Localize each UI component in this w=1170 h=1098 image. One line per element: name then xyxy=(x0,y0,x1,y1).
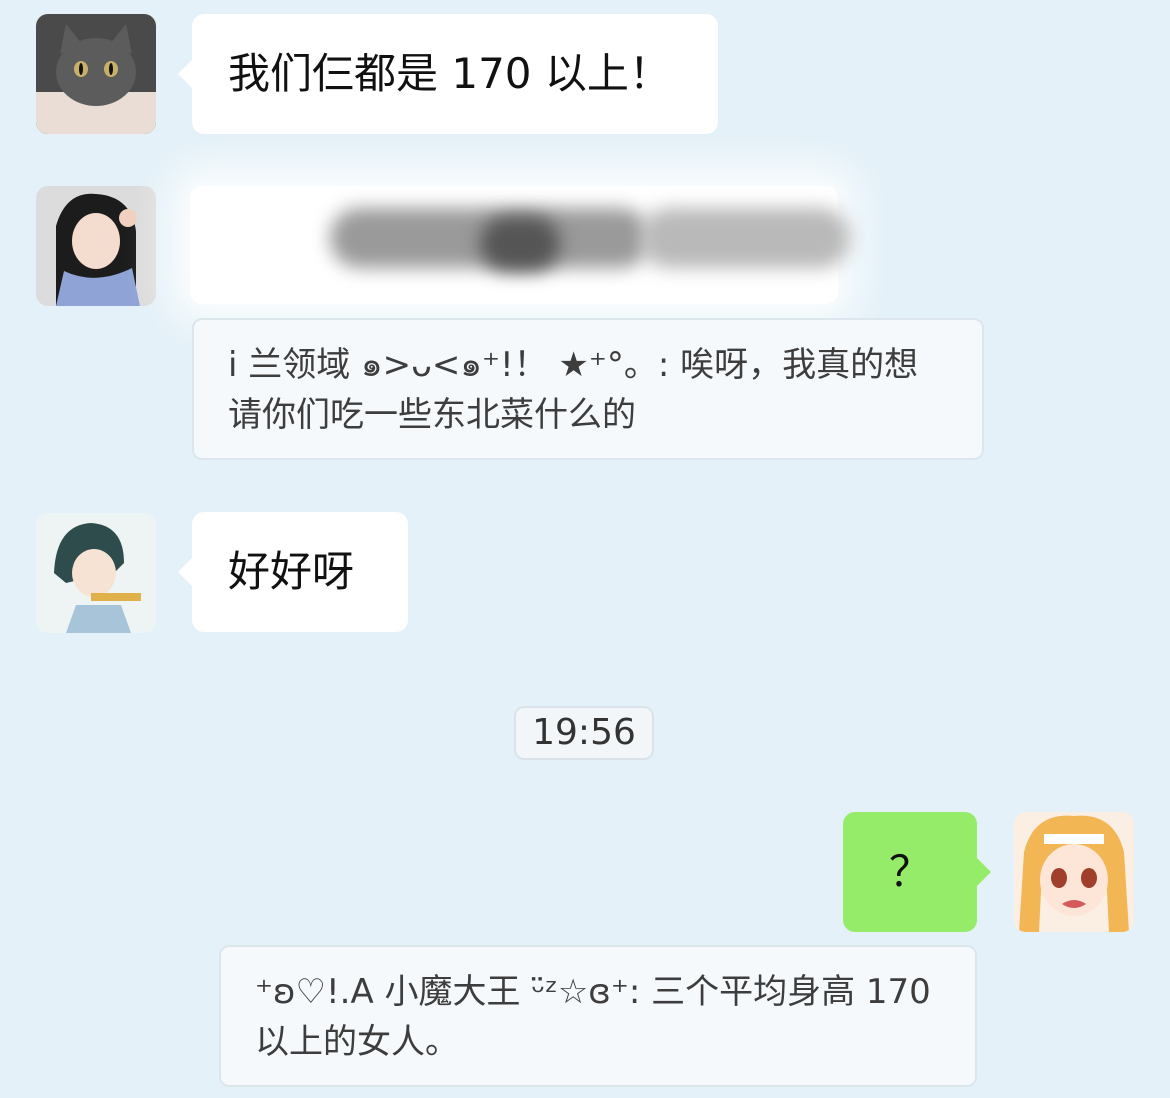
girl-scarf-avatar-icon[interactable] xyxy=(36,186,156,306)
sent-message-bubble[interactable]: ？ xyxy=(843,812,991,932)
redacted-message-bubble xyxy=(190,186,850,304)
anime-blonde-girl-avatar-icon[interactable] xyxy=(1014,812,1134,932)
message-bubble[interactable]: 好好呀 xyxy=(178,512,408,632)
quoted-message-text: i 兰领域 ๑>ᴗ<๑⁺!！ ★⁺°。: 唉呀，我真的想请你们吃一些东北菜什么的 xyxy=(228,345,919,435)
cat-avatar-icon[interactable] xyxy=(36,14,156,134)
quoted-message-text: ⁺ʚ♡!.A 小魔大王 ᵕ̈ᶻ☆ɞ⁺: 三个平均身高 170 以上的女人。 xyxy=(255,972,931,1062)
quoted-message[interactable]: ⁺ʚ♡!.A 小魔大王 ᵕ̈ᶻ☆ɞ⁺: 三个平均身高 170 以上的女人。 xyxy=(219,945,977,1087)
quoted-message[interactable]: i 兰领域 ๑>ᴗ<๑⁺!！ ★⁺°。: 唉呀，我真的想请你们吃一些东北菜什么的 xyxy=(192,318,984,460)
message-text: ？ xyxy=(888,847,931,896)
message-text: 好好呀 xyxy=(228,547,355,596)
anime-girl-avatar-icon[interactable] xyxy=(36,513,156,633)
message-bubble[interactable]: 我们仨都是 170 以上！ xyxy=(178,14,718,134)
timestamp: 19:56 xyxy=(514,706,654,760)
message-text: 我们仨都是 170 以上！ xyxy=(228,49,671,98)
